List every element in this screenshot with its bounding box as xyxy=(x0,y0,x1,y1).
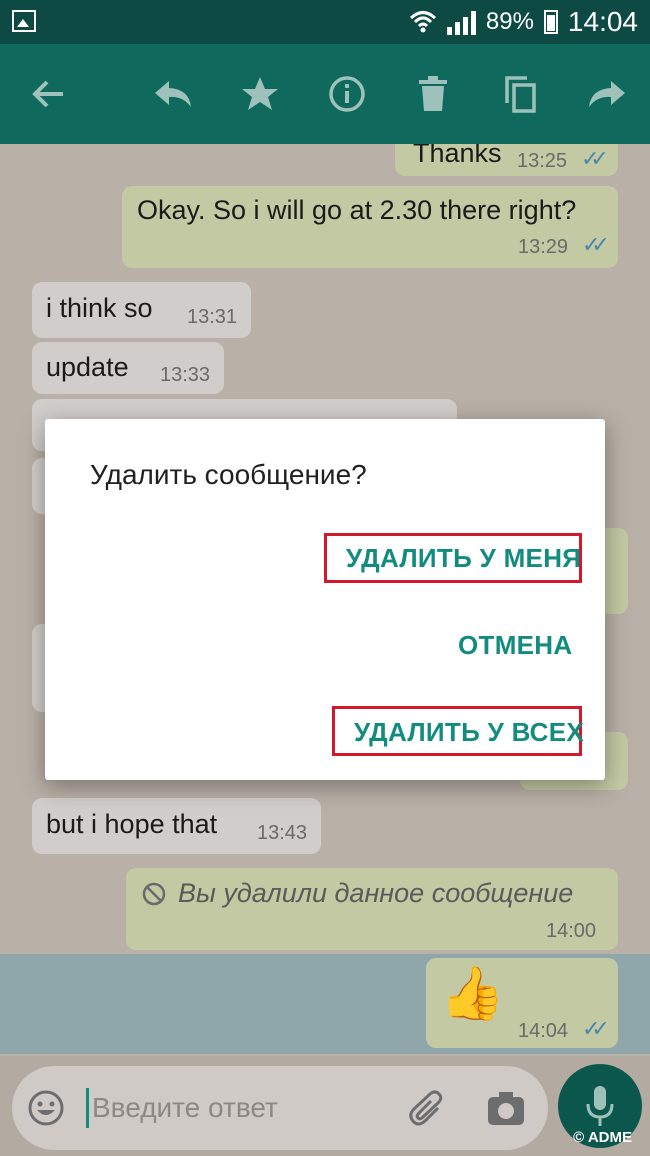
message-text: Okay. So i will go at 2.30 there right? xyxy=(137,195,577,225)
selection-toolbar xyxy=(0,44,650,144)
message-text: Вы удалили данное сообщение xyxy=(178,878,574,908)
delete-for-all-button[interactable]: УДАЛИТЬ У ВСЕХ xyxy=(354,717,584,748)
cancel-button[interactable]: ОТМЕНА xyxy=(458,630,572,661)
attach-icon[interactable] xyxy=(408,1090,448,1130)
message-bubble[interactable]: Thanks 13:25 ✓✓ xyxy=(395,144,618,176)
message-text: i think so xyxy=(46,293,153,323)
read-ticks-icon: ✓✓ xyxy=(582,232,610,257)
message-text: but i hope that xyxy=(46,809,218,839)
message-time: 14:04 xyxy=(518,1020,569,1042)
delete-icon[interactable] xyxy=(411,70,455,118)
signal-icon xyxy=(446,9,476,35)
delete-for-me-button[interactable]: УДАЛИТЬ У МЕНЯ xyxy=(346,543,581,574)
message-time: 13:33 xyxy=(160,364,211,386)
emoji-icon[interactable] xyxy=(28,1090,64,1126)
message-time: 13:31 xyxy=(187,306,238,328)
watermark: © ADME xyxy=(573,1129,632,1146)
message-time: 13:25 xyxy=(517,150,568,172)
battery-percent: 89% xyxy=(485,8,534,35)
message-text: update xyxy=(46,352,129,382)
delete-dialog: Удалить сообщение? УДАЛИТЬ У МЕНЯ ОТМЕНА… xyxy=(45,419,605,780)
back-arrow-icon[interactable] xyxy=(26,70,70,118)
forward-icon[interactable] xyxy=(585,70,629,118)
text-cursor xyxy=(86,1088,89,1128)
message-time: 13:43 xyxy=(257,822,308,844)
gallery-notification-icon xyxy=(12,10,36,32)
read-ticks-icon: ✓✓ xyxy=(582,1016,610,1041)
message-bubble[interactable]: 👍 14:04 ✓✓ xyxy=(426,958,618,1048)
wifi-icon xyxy=(409,11,436,33)
prohibited-icon xyxy=(142,882,166,906)
clock: 14:04 xyxy=(567,6,638,37)
status-bar: 89% 14:04 xyxy=(0,0,650,44)
dialog-title: Удалить сообщение? xyxy=(90,459,367,490)
message-bubble[interactable]: i think so 13:31 xyxy=(32,282,251,338)
compose-bar: Введите ответ xyxy=(0,1056,650,1156)
message-text: Thanks xyxy=(413,144,502,168)
message-bubble[interactable]: update 13:33 xyxy=(32,342,224,394)
status-indicators: 89% 14:04 xyxy=(409,6,638,38)
reply-icon[interactable] xyxy=(151,70,195,118)
message-bubble[interactable]: Okay. So i will go at 2.30 there right? … xyxy=(122,186,618,268)
info-icon[interactable] xyxy=(325,70,369,118)
star-icon[interactable] xyxy=(238,70,282,118)
battery-icon xyxy=(543,10,558,34)
compose-box: Введите ответ xyxy=(12,1066,548,1150)
deleted-message-bubble[interactable]: Вы удалили данное сообщение 14:00 xyxy=(126,868,618,950)
camera-icon[interactable] xyxy=(487,1092,525,1126)
thumbs-up-emoji: 👍 xyxy=(440,965,505,1023)
mic-icon xyxy=(586,1086,614,1126)
read-ticks-icon: ✓✓ xyxy=(581,146,609,171)
selected-message-row[interactable]: 👍 14:04 ✓✓ xyxy=(0,954,650,1054)
message-bubble[interactable]: but i hope that 13:43 xyxy=(32,798,321,854)
input-placeholder: Введите ответ xyxy=(92,1092,278,1123)
copy-icon[interactable] xyxy=(498,70,542,118)
message-input[interactable]: Введите ответ xyxy=(86,1084,386,1132)
message-time: 14:00 xyxy=(546,920,597,942)
message-time: 13:29 xyxy=(518,236,569,258)
